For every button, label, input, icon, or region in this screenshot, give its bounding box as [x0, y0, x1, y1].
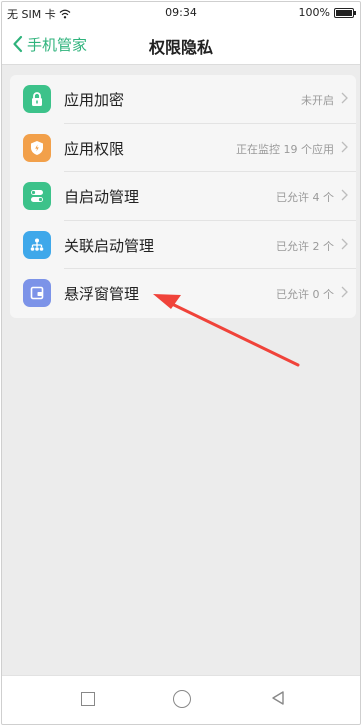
menu-item-label: 关联启动管理	[64, 236, 155, 255]
home-icon[interactable]	[173, 690, 191, 708]
back-icon[interactable]	[270, 690, 286, 706]
menu-item-autostart[interactable]: 自启动管理 已允许 4 个	[10, 172, 356, 221]
menu-item-value: 已允许 0 个	[276, 288, 334, 301]
menu-item-value: 已允许 2 个	[276, 239, 334, 253]
floating-window-icon	[23, 279, 51, 307]
network-icon	[23, 230, 51, 259]
chevron-right-icon	[341, 286, 348, 298]
toggle-icon	[23, 182, 51, 210]
chevron-right-icon	[341, 141, 348, 152]
menu-item-value: 正在监控 19 个应用	[236, 142, 334, 156]
chevron-right-icon	[341, 189, 348, 201]
status-right: 100%	[298, 6, 356, 19]
menu-item-label: 应用权限	[64, 139, 125, 158]
menu-item-label: 悬浮窗管理	[64, 285, 140, 303]
menu-item-label: 自启动管理	[64, 188, 140, 206]
menu-item-value: 未开启	[301, 94, 334, 107]
menu-item-app-permissions[interactable]: 应用权限 正在监控 19 个应用	[10, 124, 356, 172]
lock-icon	[23, 85, 51, 113]
chevron-right-icon	[341, 238, 348, 249]
phone-screen: 无 SIM 卡 09:34 100% 手机管家 权限隐私 应用加密 未开启 应用…	[1, 1, 361, 725]
menu-item-value: 已允许 4 个	[276, 191, 334, 204]
system-navigation-bar	[2, 675, 360, 724]
battery-percent: 100%	[298, 6, 330, 19]
status-bar: 无 SIM 卡 09:34 100%	[2, 2, 360, 24]
navigation-bar: 手机管家 权限隐私	[2, 24, 360, 65]
battery-icon	[334, 7, 356, 18]
menu-item-associated-launch[interactable]: 关联启动管理 已允许 2 个	[10, 221, 356, 269]
menu-item-app-lock[interactable]: 应用加密 未开启	[10, 75, 356, 124]
menu-item-label: 应用加密	[64, 91, 125, 109]
shield-icon	[23, 133, 51, 162]
page-title: 权限隐私	[148, 38, 213, 57]
chevron-right-icon	[341, 92, 348, 104]
settings-card: 应用加密 未开启 应用权限 正在监控 19 个应用 自启动管理 已允许 4 个	[10, 75, 356, 318]
recent-apps-icon[interactable]	[81, 692, 95, 706]
menu-item-floating-window[interactable]: 悬浮窗管理 已允许 0 个	[10, 269, 356, 318]
